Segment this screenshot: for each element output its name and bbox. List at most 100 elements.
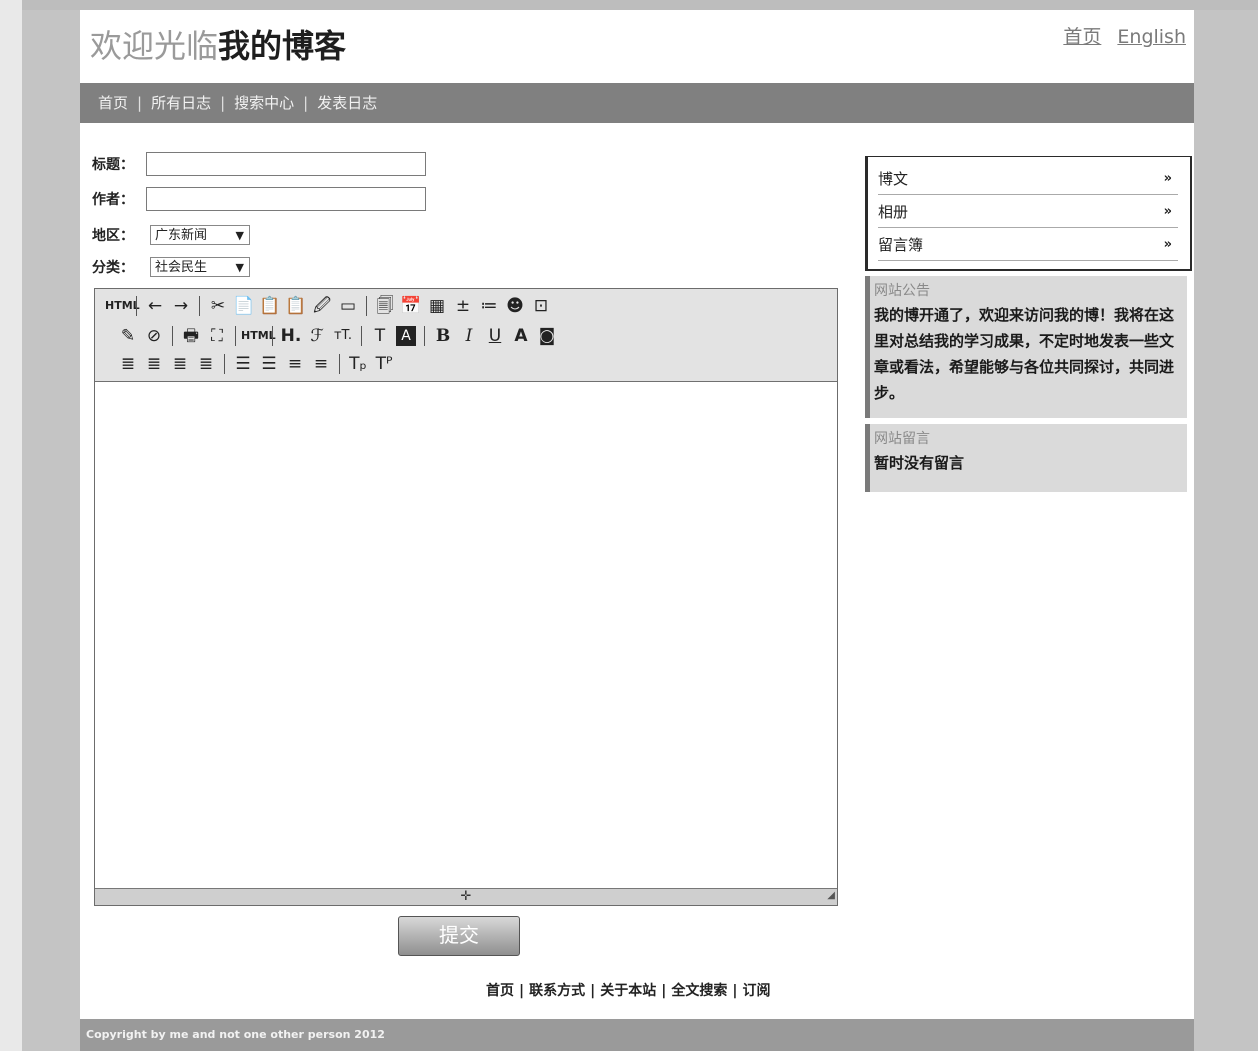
toolbar-separator xyxy=(366,296,367,316)
region-select-value: 广东新闻 xyxy=(155,228,208,243)
nav-separator: | xyxy=(303,94,309,112)
font-color-icon[interactable]: A xyxy=(508,323,534,349)
fullscreen-icon[interactable]: ⛶ xyxy=(204,323,230,349)
region-row: 地区： 广东新闻 ▼ xyxy=(92,223,250,249)
paste-word-icon[interactable]: 🖉 xyxy=(309,293,335,319)
nav-item-search[interactable]: 搜索中心 xyxy=(234,94,294,112)
link-icon[interactable]: ✎ xyxy=(115,323,141,349)
footer-separator: | xyxy=(661,983,667,999)
notice-title: 网站公告 xyxy=(874,283,930,299)
sidebar-item-album[interactable]: 相册 » xyxy=(878,197,1178,228)
chevron-down-icon: ▼ xyxy=(235,229,244,242)
underline-icon[interactable]: U xyxy=(482,323,508,349)
nav-item-home[interactable]: 首页 xyxy=(98,94,128,112)
messages-body: 暂时没有留言 xyxy=(874,454,965,472)
toolbar-row-3: ≣ ≣ ≣ ≣ ☰ ☰ ≡ ≡ Tₚ Tᴾ xyxy=(115,351,397,379)
table-icon[interactable]: ▦ xyxy=(424,293,450,319)
resize-corner-icon[interactable]: ◢ xyxy=(827,888,835,904)
footer-separator: | xyxy=(590,983,596,999)
unordered-list-icon[interactable]: ☰ xyxy=(256,351,282,377)
double-chevron-right-icon: » xyxy=(1163,171,1172,186)
page-background-top xyxy=(22,0,1258,10)
title-row: 标题： xyxy=(92,152,426,178)
subscript-icon[interactable]: Tₚ xyxy=(345,351,371,377)
align-right-icon[interactable]: ≣ xyxy=(167,351,193,377)
toolbar-separator xyxy=(136,296,137,316)
nav-item-all-posts[interactable]: 所有日志 xyxy=(151,94,211,112)
align-justify-icon[interactable]: ≣ xyxy=(193,351,219,377)
undo-icon[interactable]: ← xyxy=(142,293,168,319)
bold-icon[interactable]: B xyxy=(430,323,456,349)
insert-date-icon[interactable]: 📅 xyxy=(398,293,424,319)
remove-format-icon[interactable]: ◙ xyxy=(534,323,560,349)
redo-icon[interactable]: → xyxy=(168,293,194,319)
editor-resize-handle[interactable]: ✛ ◢ xyxy=(95,888,837,905)
ordered-list-icon[interactable]: ☰ xyxy=(230,351,256,377)
header-link-home[interactable]: 首页 xyxy=(1063,26,1101,48)
html-source-icon[interactable]: HTML xyxy=(105,293,140,319)
author-input[interactable] xyxy=(146,187,426,211)
page-background-left xyxy=(0,0,22,1051)
outdent-icon[interactable]: ≡ xyxy=(308,351,334,377)
align-center-icon[interactable]: ≣ xyxy=(141,351,167,377)
footer-separator: | xyxy=(519,983,525,999)
author-label: 作者： xyxy=(92,192,134,208)
comment-icon[interactable]: ▭ xyxy=(335,293,361,319)
italic-icon[interactable]: I xyxy=(456,323,482,349)
toolbar-separator xyxy=(235,326,236,346)
notice-panel: 网站公告 我的博开通了，欢迎来访问我的博！我将在这里对总结我的学习成果，不定时地… xyxy=(865,276,1187,418)
background-color-icon[interactable]: A xyxy=(396,326,416,346)
unlink-icon[interactable]: ⊘ xyxy=(141,323,167,349)
insert-file-icon[interactable]: 🗐 xyxy=(372,293,398,319)
category-select[interactable]: 社会民生 ▼ xyxy=(150,257,250,277)
html-mode-icon[interactable]: HTML xyxy=(241,323,276,349)
sidebar-item-posts[interactable]: 博文 » xyxy=(878,164,1178,195)
cut-icon[interactable]: ✂ xyxy=(205,293,231,319)
region-select[interactable]: 广东新闻 ▼ xyxy=(150,225,250,245)
footer-link-search[interactable]: 全文搜索 xyxy=(671,983,727,999)
toolbar-separator xyxy=(339,354,340,374)
sidebar-item-guestbook[interactable]: 留言簿 » xyxy=(878,230,1178,261)
editor-content-area[interactable] xyxy=(95,382,837,888)
author-row: 作者： xyxy=(92,187,426,213)
header-link-english[interactable]: English xyxy=(1117,26,1186,48)
indent-icon[interactable]: ≡ xyxy=(282,351,308,377)
print-icon[interactable]: 🖶 xyxy=(178,323,204,349)
toolbar-separator xyxy=(272,326,273,346)
footer-link-contact[interactable]: 联系方式 xyxy=(529,983,585,999)
double-chevron-right-icon: » xyxy=(1163,237,1172,252)
messages-panel: 网站留言 暂时没有留言 xyxy=(865,424,1187,492)
double-chevron-right-icon: » xyxy=(1163,204,1172,219)
footer-link-home[interactable]: 首页 xyxy=(486,983,514,999)
superscript-icon[interactable]: Tᴾ xyxy=(371,351,397,377)
paste-icon[interactable]: 📋 xyxy=(257,293,283,319)
submit-button[interactable]: 提交 xyxy=(398,916,520,956)
nav-item-publish[interactable]: 发表日志 xyxy=(317,94,377,112)
sidebar-item-label: 博文 xyxy=(878,170,909,188)
sidebar-item-label: 留言簿 xyxy=(878,236,924,254)
category-select-value: 社会民生 xyxy=(155,260,208,275)
text-color-icon[interactable]: T xyxy=(367,323,393,349)
footer-links: 首页 | 联系方式 | 关于本站 | 全文搜索 | 订阅 xyxy=(486,980,771,1000)
sidebar-item-label: 相册 xyxy=(878,203,909,221)
align-left-icon[interactable]: ≣ xyxy=(115,351,141,377)
special-char-icon[interactable]: ± xyxy=(450,293,476,319)
copy-icon[interactable]: 📄 xyxy=(231,293,257,319)
preview-icon[interactable]: ⊡ xyxy=(528,293,554,319)
footer-link-subscribe[interactable]: 订阅 xyxy=(743,983,771,999)
emoticon-icon[interactable]: ☻ xyxy=(502,293,528,319)
messages-title: 网站留言 xyxy=(874,431,930,447)
category-row: 分类： 社会民生 ▼ xyxy=(92,255,250,281)
paste-text-icon[interactable]: 📋 xyxy=(283,293,309,319)
font-family-icon[interactable]: ℱ xyxy=(304,323,330,349)
site-title-blog-name: 我的博客 xyxy=(218,27,347,65)
list-icon[interactable]: ≔ xyxy=(476,293,502,319)
font-size-icon[interactable]: тT. xyxy=(330,323,356,349)
title-label: 标题： xyxy=(92,157,134,173)
toolbar-separator xyxy=(224,354,225,374)
title-input[interactable] xyxy=(146,152,426,176)
heading-icon[interactable]: H. xyxy=(278,323,304,349)
header-links: 首页 English xyxy=(1053,22,1186,49)
toolbar-separator xyxy=(172,326,173,346)
footer-link-about[interactable]: 关于本站 xyxy=(600,983,656,999)
